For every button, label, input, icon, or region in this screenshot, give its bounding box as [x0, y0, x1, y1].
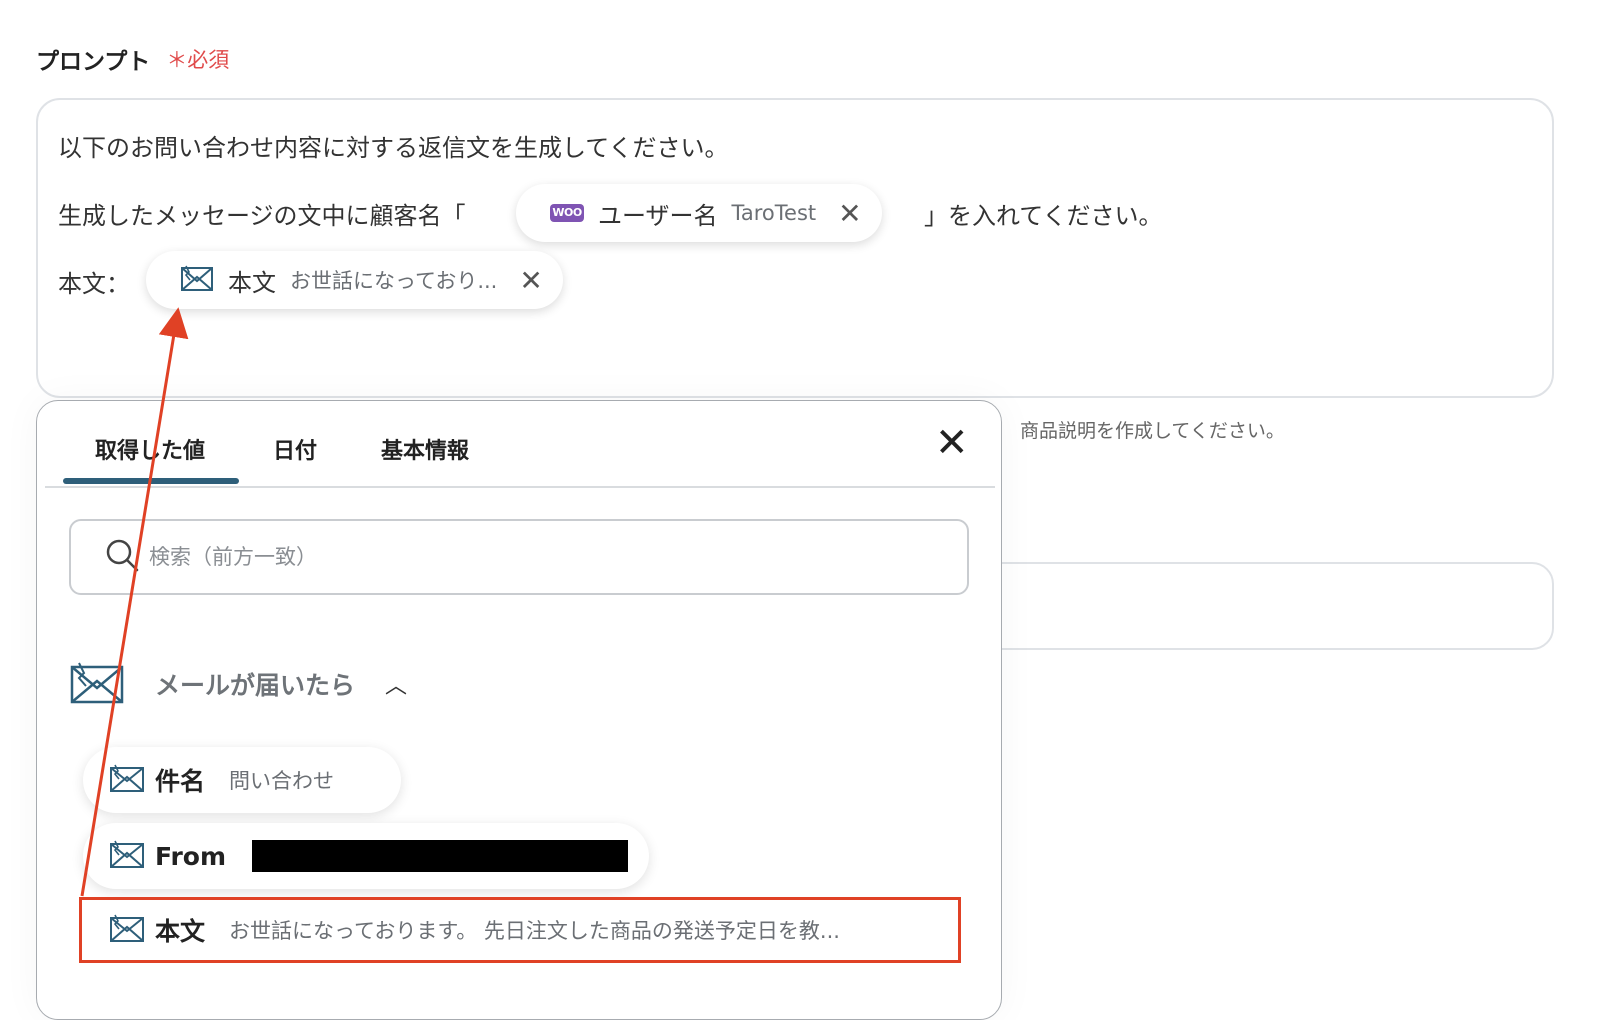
prompt-label: プロンプト ＊必須 — [36, 42, 229, 76]
required-badge: ＊必須 — [166, 48, 230, 72]
username-variable-chip[interactable]: WOO ユーザー名 TaroTest ✕ — [516, 184, 882, 242]
chip-value: お世話になっており... — [290, 269, 498, 293]
chevron-up-icon[interactable]: ︿ — [385, 668, 407, 700]
item-key: From — [155, 841, 227, 871]
prompt-line-2-suffix: 」を入れてください。 — [924, 202, 1163, 230]
prompt-line-1: 以下のお問い合わせ内容に対する返信文を生成してください。 — [58, 134, 729, 162]
redacted-value — [252, 840, 629, 872]
prompt-line-2-prefix: 生成したメッセージの文中に顧客名「 — [58, 202, 466, 230]
item-key: 件名 — [155, 767, 206, 796]
prompt-line-3-prefix: 本文： — [58, 270, 130, 298]
tab-acquired-values[interactable]: 取得した値 — [95, 433, 205, 465]
tab-divider — [45, 486, 995, 488]
woo-icon: WOO — [550, 204, 584, 222]
search-input[interactable] — [147, 544, 931, 570]
prompt-label-text: プロンプト — [36, 49, 151, 75]
variable-picker-panel: 取得した値 日付 基本情報 ✕ メールが届いたら ︿ — [36, 400, 1002, 1020]
chip-key: ユーザー名 — [598, 201, 718, 230]
mail-icon — [109, 839, 145, 873]
list-item-subject[interactable]: 件名 問い合わせ — [83, 747, 401, 813]
tab-basic-info[interactable]: 基本情報 — [381, 433, 469, 465]
chip-key: 本文 — [228, 268, 276, 297]
mail-icon — [109, 763, 145, 797]
prompt-textarea[interactable]: 以下のお問い合わせ内容に対する返信文を生成してください。 生成したメッセージの文… — [36, 98, 1554, 398]
mail-trigger-icon — [69, 659, 125, 709]
remove-chip-icon[interactable]: ✕ — [519, 264, 542, 297]
section-mail-received[interactable]: メールが届いたら ︿ — [69, 659, 407, 709]
helper-text: 商品説明を作成してください。 — [1020, 420, 1285, 442]
list-item-from[interactable]: From — [83, 823, 649, 889]
highlight-box — [79, 897, 961, 963]
search-icon — [105, 538, 139, 576]
mail-icon — [180, 264, 214, 296]
search-field[interactable] — [69, 519, 969, 595]
secondary-input-box[interactable] — [980, 562, 1554, 650]
body-variable-chip[interactable]: 本文 お世話になっており... ✕ — [146, 251, 563, 309]
active-tab-indicator — [63, 478, 239, 484]
chip-value: TaroTest — [731, 201, 817, 225]
close-icon[interactable]: ✕ — [935, 423, 969, 463]
remove-chip-icon[interactable]: ✕ — [838, 197, 861, 230]
section-title: メールが届いたら — [155, 671, 356, 700]
item-value: 問い合わせ — [229, 769, 335, 793]
tab-date[interactable]: 日付 — [273, 433, 317, 465]
